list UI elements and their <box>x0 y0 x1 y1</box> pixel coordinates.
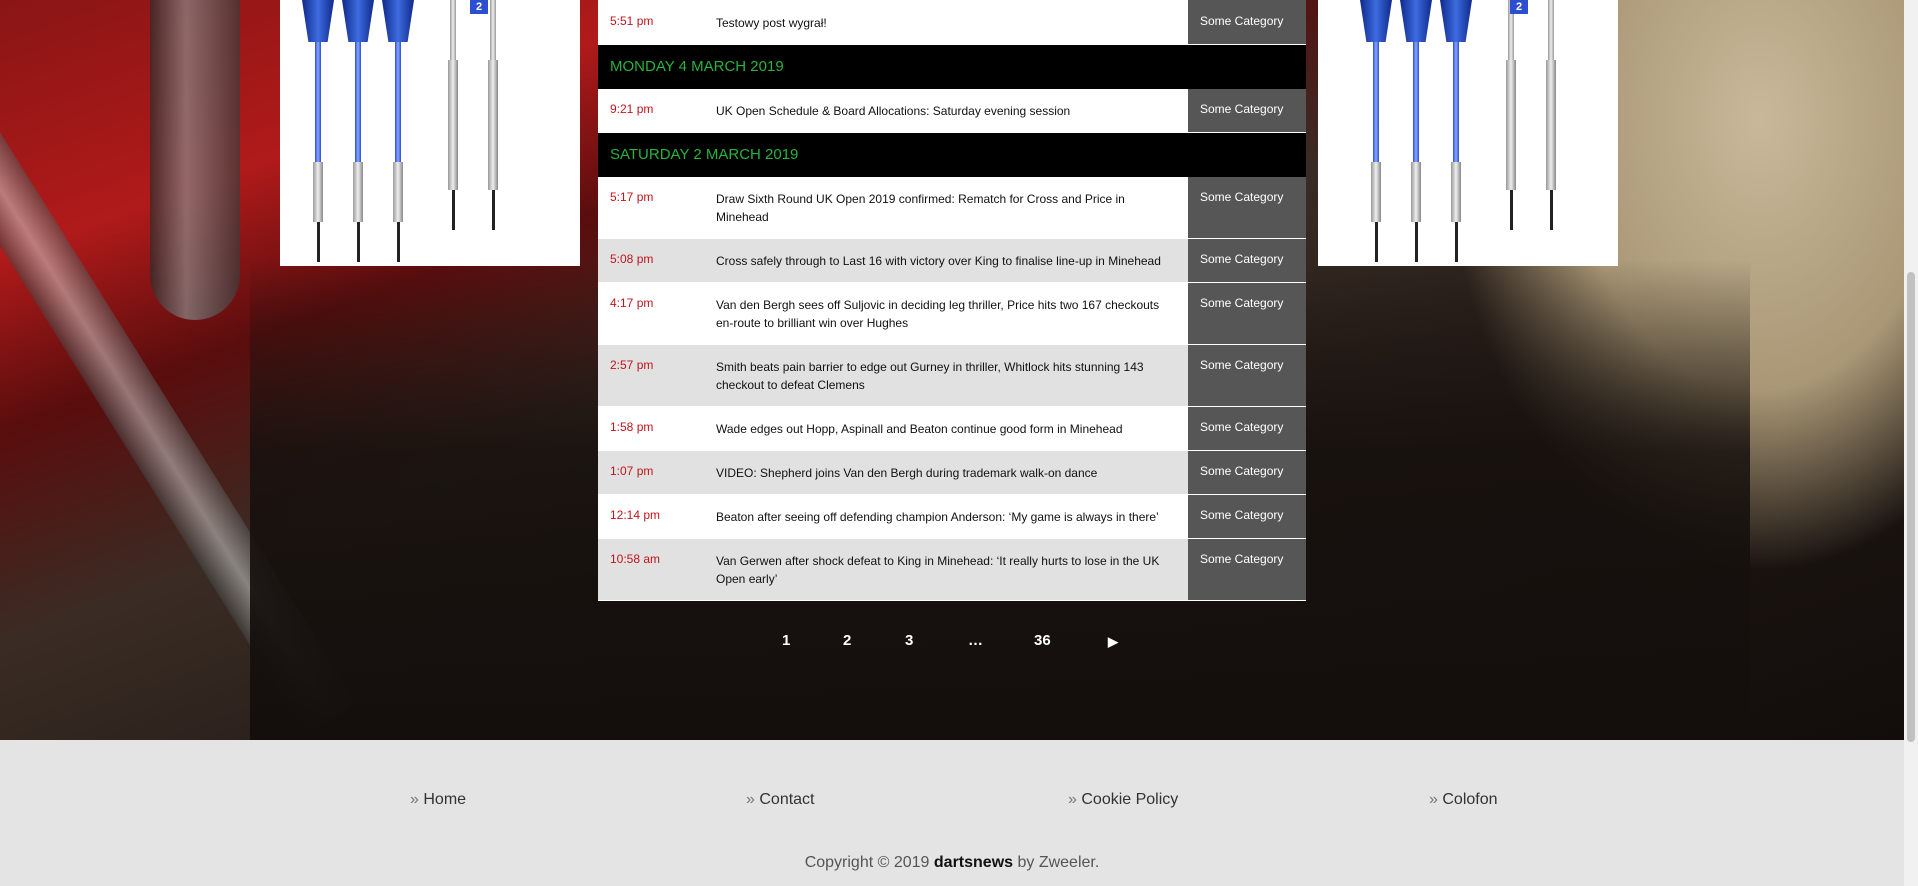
news-time: 10:58 am <box>598 539 716 600</box>
news-category-link[interactable]: Some Category <box>1188 539 1306 600</box>
brand-name[interactable]: dartsnews <box>934 854 1013 871</box>
news-row[interactable]: 1:07 pm VIDEO: Shepherd joins Van den Ber… <box>598 451 1306 495</box>
news-time: 12:14 pm <box>598 495 716 538</box>
news-time: 5:08 pm <box>598 239 716 282</box>
news-title-link[interactable]: Beaton after seeing off defending champi… <box>716 495 1188 538</box>
news-row[interactable]: 4:17 pm Van den Bergh sees off Suljovic i… <box>598 283 1306 345</box>
news-row[interactable]: 10:58 am Van Gerwen after shock defeat to… <box>598 539 1306 601</box>
news-row[interactable]: 1:58 pm Wade edges out Hopp, Aspinall and… <box>598 407 1306 451</box>
copyright: Copyright © 2019 dartsnews by Zweeler. <box>0 854 1904 872</box>
footer-link-cookie-policy[interactable]: » Cookie Policy <box>1068 791 1178 809</box>
footer-link-label: Home <box>423 791 467 808</box>
page-link-36[interactable]: 36 <box>1034 632 1051 649</box>
news-time: 1:07 pm <box>598 451 716 494</box>
news-title-link[interactable]: Cross safely through to Last 16 with vic… <box>716 239 1188 282</box>
news-time: 9:21 pm <box>598 89 716 132</box>
news-category-link[interactable]: Some Category <box>1188 177 1306 238</box>
dart-image <box>1543 0 1559 230</box>
news-category-link[interactable]: Some Category <box>1188 283 1306 344</box>
news-list: 5:51 pm Testowy post wygrał! Some Category… <box>598 0 1306 601</box>
background-pole <box>150 0 240 320</box>
footer-link-label: Cookie Policy <box>1081 791 1179 808</box>
raquo-icon: » <box>1429 791 1438 808</box>
news-title-link[interactable]: VIDEO: Shepherd joins Van den Bergh duri… <box>716 451 1188 494</box>
dart-image <box>302 0 334 262</box>
dart-image <box>485 0 501 230</box>
day-heading: SATURDAY 2 MARCH 2019 <box>598 133 1306 177</box>
footer-link-contact[interactable]: » Contact <box>746 791 815 809</box>
news-category-link[interactable]: Some Category <box>1188 89 1306 132</box>
news-row[interactable]: 9:21 pm UK Open Schedule & Board Allocati… <box>598 89 1306 133</box>
news-title-link[interactable]: Van Gerwen after shock defeat to King in… <box>716 539 1188 600</box>
raquo-icon: » <box>410 791 419 808</box>
raquo-icon: » <box>746 791 755 808</box>
news-time: 1:58 pm <box>598 407 716 450</box>
page-ellipsis: … <box>968 632 983 649</box>
promo-badge: 2 <box>1510 0 1528 14</box>
dart-image <box>1360 0 1392 262</box>
news-category-link[interactable]: Some Category <box>1188 239 1306 282</box>
news-title-link[interactable]: Wade edges out Hopp, Aspinall and Beaton… <box>716 407 1188 450</box>
play-triangle-icon[interactable]: ▶ <box>1108 634 1118 650</box>
news-category-link[interactable]: Some Category <box>1188 451 1306 494</box>
dart-image <box>445 0 461 230</box>
news-time: 4:17 pm <box>598 283 716 344</box>
promo-image-right[interactable]: 2 <box>1318 0 1618 266</box>
copyright-text: Copyright © 2019 <box>804 854 930 871</box>
page-link-1[interactable]: 1 <box>782 632 790 649</box>
news-row[interactable]: 12:14 pm Beaton after seeing off defendin… <box>598 495 1306 539</box>
footer-link-home[interactable]: » Home <box>410 791 466 809</box>
footer-link-label: Colofon <box>1442 791 1498 808</box>
news-title-link[interactable]: Testowy post wygrał! <box>716 0 1188 44</box>
news-category-link[interactable]: Some Category <box>1188 0 1306 44</box>
promo-badge: 2 <box>470 0 488 14</box>
copyright-author: by Zweeler. <box>1017 854 1100 871</box>
dart-image <box>342 0 374 262</box>
news-category-link[interactable]: Some Category <box>1188 345 1306 406</box>
footer-link-colofon[interactable]: » Colofon <box>1429 791 1498 809</box>
news-title-link[interactable]: Draw Sixth Round UK Open 2019 confirmed:… <box>716 177 1188 238</box>
news-category-link[interactable]: Some Category <box>1188 407 1306 450</box>
pagination: 1 2 3 … 36 ▶ <box>0 620 1904 664</box>
dart-image <box>1400 0 1432 262</box>
promo-image-left[interactable]: 2 <box>280 0 580 266</box>
site-footer: » Home » Contact » Cookie Policy » Colof… <box>0 740 1904 886</box>
news-time: 5:51 pm <box>598 0 716 44</box>
news-title-link[interactable]: Smith beats pain barrier to edge out Gur… <box>716 345 1188 406</box>
dart-image <box>1440 0 1472 262</box>
page-scrollbar[interactable] <box>1904 0 1918 886</box>
raquo-icon: » <box>1068 791 1077 808</box>
news-row[interactable]: 5:17 pm Draw Sixth Round UK Open 2019 con… <box>598 177 1306 239</box>
footer-link-label: Contact <box>759 791 815 808</box>
news-time: 2:57 pm <box>598 345 716 406</box>
scrollbar-thumb[interactable] <box>1907 272 1915 742</box>
news-row[interactable]: 5:08 pm Cross safely through to Last 16 w… <box>598 239 1306 283</box>
day-heading: MONDAY 4 MARCH 2019 <box>598 45 1306 89</box>
dart-image <box>1503 0 1519 230</box>
news-row[interactable]: 2:57 pm Smith beats pain barrier to edge … <box>598 345 1306 407</box>
news-row[interactable]: 5:51 pm Testowy post wygrał! Some Category <box>598 0 1306 45</box>
page-link-2[interactable]: 2 <box>843 632 851 649</box>
dart-image <box>382 0 414 262</box>
news-category-link[interactable]: Some Category <box>1188 495 1306 538</box>
news-time: 5:17 pm <box>598 177 716 238</box>
news-title-link[interactable]: UK Open Schedule & Board Allocations: Sa… <box>716 89 1188 132</box>
page-link-3: 3 <box>905 632 914 649</box>
news-title-link[interactable]: Van den Bergh sees off Suljovic in decid… <box>716 283 1188 344</box>
